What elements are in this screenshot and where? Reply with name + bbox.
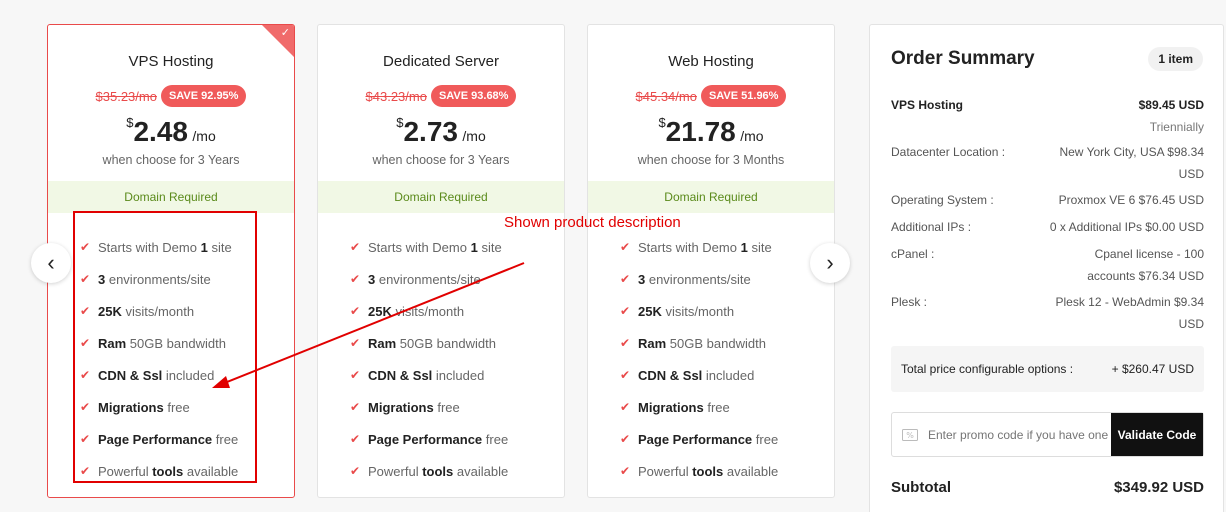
feature-item: ✔ Page Performance free bbox=[350, 431, 509, 447]
check-icon: ✔ bbox=[350, 432, 361, 446]
save-badge: SAVE 93.68% bbox=[430, 85, 517, 107]
summary-product-row: VPS Hosting $89.45 USD Triennially bbox=[891, 94, 1204, 138]
check-icon: ✔ bbox=[620, 464, 631, 478]
plan-title: VPS Hosting bbox=[128, 53, 214, 70]
summary-row-ips: Additional IPs : 0 x Additional IPs $0.0… bbox=[891, 220, 1204, 234]
feature-item: ✔ Ram 50GB bandwidth bbox=[620, 335, 766, 351]
carousel-next-button[interactable]: › bbox=[810, 243, 850, 283]
save-badge: SAVE 92.95% bbox=[160, 85, 247, 107]
feature-item: ✔ Ram 50GB bandwidth bbox=[350, 335, 496, 351]
feature-item: ✔ 25K visits/month bbox=[350, 303, 465, 319]
check-icon: ✓ bbox=[280, 27, 290, 39]
subtotal-label: Subtotal bbox=[891, 479, 951, 496]
summary-row-plesk: Plesk : Plesk 12 - WebAdmin $9.34 USD bbox=[891, 295, 1204, 331]
old-price: $45.34/mo bbox=[635, 88, 697, 104]
coupon-icon: % bbox=[892, 413, 928, 456]
check-icon: ✔ bbox=[350, 304, 361, 318]
check-icon: ✔ bbox=[620, 304, 631, 318]
summary-row-cpanel: cPanel : Cpanel license - 100 accounts $… bbox=[891, 247, 1204, 283]
domain-required-banner: Domain Required bbox=[318, 181, 564, 213]
subtotal-row: Subtotal $349.92 USD bbox=[891, 479, 1204, 496]
feature-item: ✔ 3 environments/site bbox=[350, 271, 481, 287]
config-total-label: Total price configurable options : bbox=[901, 362, 1074, 376]
plan-term: when choose for 3 Years bbox=[102, 153, 240, 167]
feature-item: ✔ 3 environments/site bbox=[620, 271, 751, 287]
check-icon: ✔ bbox=[620, 400, 631, 414]
check-icon: ✔ bbox=[350, 368, 361, 382]
product-price: $89.45 USD bbox=[1138, 98, 1204, 112]
feature-list: ✔ Starts with Demo 1 site ✔ 3 environments… bbox=[620, 231, 778, 487]
order-summary-title: Order Summary bbox=[891, 48, 1035, 69]
carousel-prev-button[interactable]: ‹ bbox=[31, 243, 71, 283]
summary-row-os: Operating System : Proxmox VE 6 $76.45 U… bbox=[891, 193, 1204, 207]
check-icon: ✔ bbox=[350, 240, 361, 254]
feature-item: ✔ Page Performance free bbox=[620, 431, 779, 447]
plan-price: $2.48 /mo bbox=[126, 115, 216, 147]
promo-code-input[interactable] bbox=[928, 413, 1111, 456]
feature-item: ✔ Migrations free bbox=[350, 399, 460, 415]
check-icon: ✔ bbox=[620, 368, 631, 382]
save-badge: SAVE 51.96% bbox=[700, 85, 787, 107]
chevron-left-icon: ‹ bbox=[47, 250, 55, 275]
validate-code-button[interactable]: Validate Code bbox=[1111, 413, 1203, 456]
chevron-right-icon: › bbox=[826, 250, 834, 275]
old-price: $35.23/mo bbox=[95, 88, 157, 104]
domain-required-banner: Domain Required bbox=[48, 181, 294, 213]
feature-item: ✔ CDN & Ssl included bbox=[350, 367, 485, 383]
config-total-value: + $260.47 USD bbox=[1111, 362, 1194, 376]
domain-required-banner: Domain Required bbox=[588, 181, 834, 213]
summary-row-datacenter: Datacenter Location : New York City, USA… bbox=[891, 145, 1204, 181]
check-icon: ✔ bbox=[350, 272, 361, 286]
check-icon: ✔ bbox=[350, 464, 361, 478]
plan-term: when choose for 3 Years bbox=[372, 153, 510, 167]
plan-card-web[interactable]: Web Hosting $45.34/mo SAVE 51.96% $21.78… bbox=[587, 24, 835, 498]
item-count-badge: 1 item bbox=[1148, 47, 1203, 71]
plan-price: $21.78 /mo bbox=[658, 115, 764, 147]
config-total-box: Total price configurable options : + $26… bbox=[891, 346, 1204, 392]
plan-title: Dedicated Server bbox=[383, 53, 499, 70]
svg-text:%: % bbox=[906, 431, 914, 440]
feature-item: ✔ Powerful tools available bbox=[620, 463, 779, 479]
feature-list: ✔ Starts with Demo 1 site ✔ 3 environments… bbox=[350, 231, 508, 487]
annotation-label: Shown product description bbox=[504, 214, 681, 231]
feature-item: ✔ Migrations free bbox=[620, 399, 730, 415]
plan-term: when choose for 3 Months bbox=[637, 153, 785, 167]
annotation-highlight-box bbox=[73, 211, 257, 483]
feature-item: ✔ Powerful tools available bbox=[350, 463, 509, 479]
plan-card-dedicated[interactable]: Dedicated Server $43.23/mo SAVE 93.68% $… bbox=[317, 24, 565, 498]
feature-item: ✔ CDN & Ssl included bbox=[620, 367, 755, 383]
promo-code-group: % Validate Code bbox=[891, 412, 1204, 457]
check-icon: ✔ bbox=[620, 432, 631, 446]
feature-item: ✔ 25K visits/month bbox=[620, 303, 735, 319]
feature-item: ✔ Starts with Demo 1 site bbox=[350, 239, 502, 255]
check-icon: ✔ bbox=[350, 400, 361, 414]
subtotal-value: $349.92 USD bbox=[1113, 479, 1204, 496]
plan-title: Web Hosting bbox=[668, 53, 754, 70]
billing-cycle: Triennially bbox=[1149, 120, 1204, 134]
check-icon: ✔ bbox=[620, 336, 631, 350]
plan-price: $2.73 /mo bbox=[396, 115, 486, 147]
product-label: VPS Hosting bbox=[891, 98, 964, 112]
check-icon: ✔ bbox=[620, 240, 631, 254]
old-price: $43.23/mo bbox=[365, 88, 427, 104]
check-icon: ✔ bbox=[350, 336, 361, 350]
feature-item: ✔ Starts with Demo 1 site bbox=[620, 239, 772, 255]
order-summary-panel: Order Summary 1 item VPS Hosting $89.45 … bbox=[869, 24, 1224, 512]
check-icon: ✔ bbox=[620, 272, 631, 286]
